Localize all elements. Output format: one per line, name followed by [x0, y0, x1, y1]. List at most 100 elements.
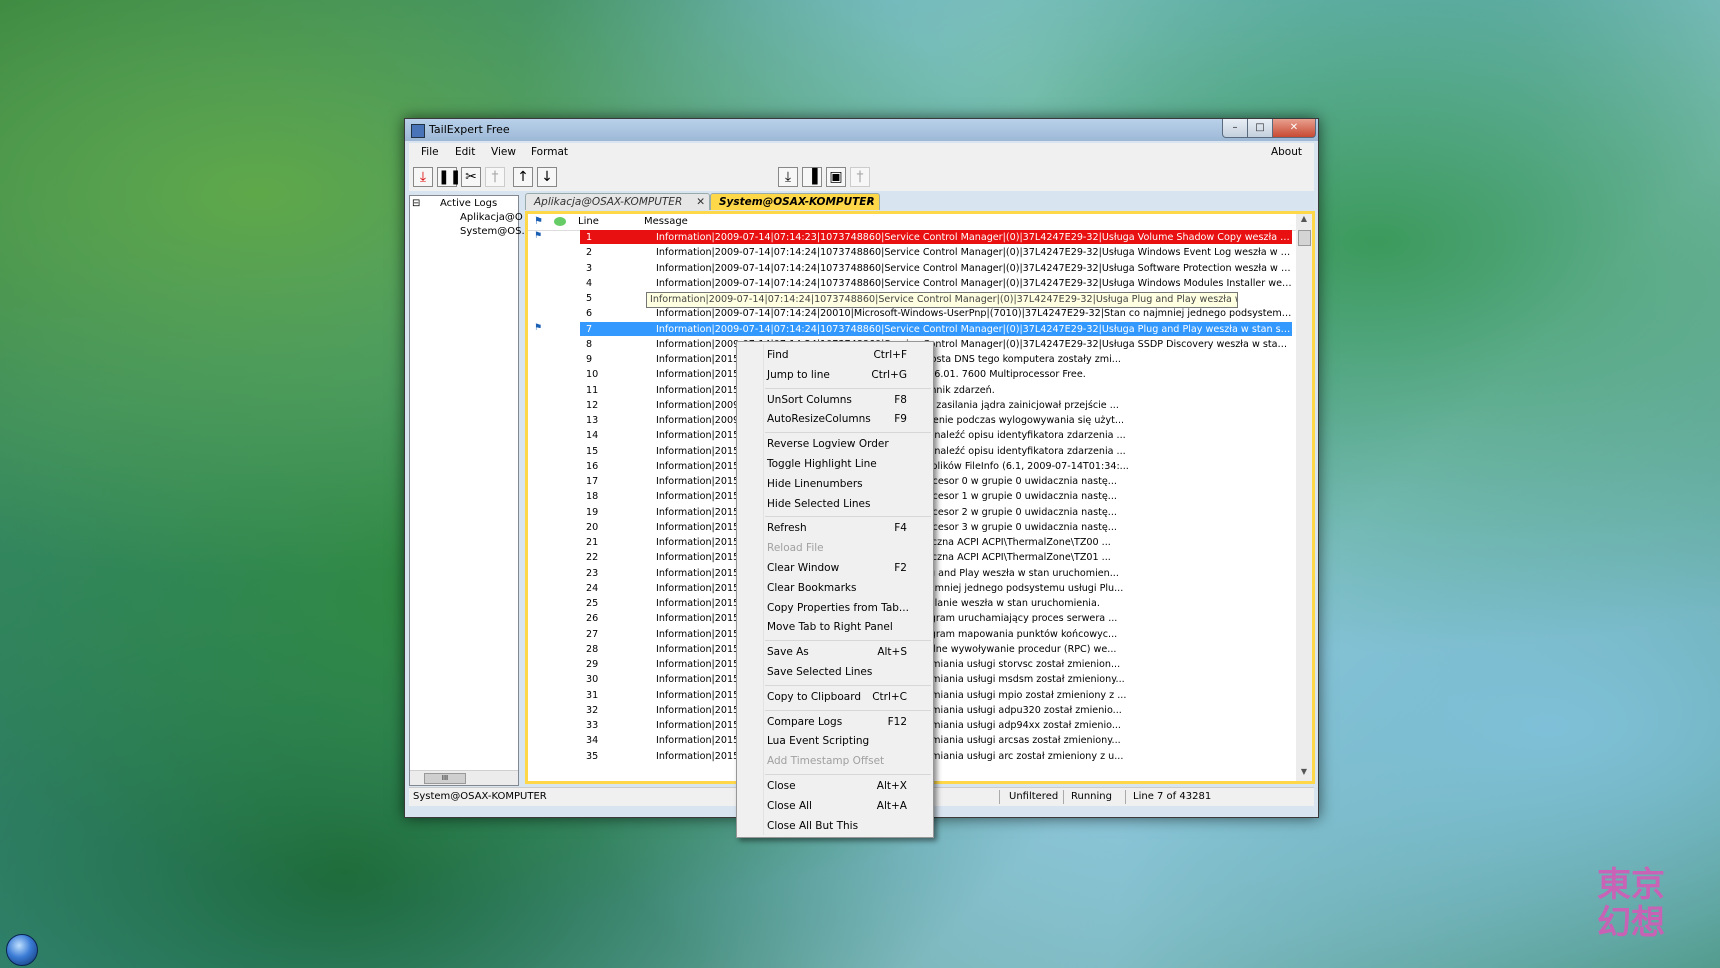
- tab-aplikacja[interactable]: Aplikacja@OSAX-KOMPUTER ✕: [525, 193, 710, 210]
- row-line-number: 28: [586, 643, 599, 655]
- menu-separator: [765, 387, 931, 389]
- menu-item[interactable]: Hide Linenumbers: [767, 475, 925, 493]
- table-row[interactable]: 4 Information|2009-07-14|07:14:24|1073748…: [528, 276, 1296, 291]
- menu-item[interactable]: Close Alt+X: [767, 777, 925, 795]
- table-row[interactable]: ⚑ 1 Information|2009-07-14|07:14:23|107374…: [528, 230, 1296, 245]
- row-line-number: 20: [586, 521, 599, 533]
- menu-bar: File Edit View Format About: [409, 143, 1314, 163]
- grid-scroll-thumb[interactable]: [1298, 230, 1311, 246]
- menu-item[interactable]: Close All But This: [767, 817, 925, 835]
- row-message: Information|2009-07-14|07:14:24|20010|Mi…: [656, 308, 1292, 320]
- menu-item[interactable]: UnSort Columns F8: [767, 391, 925, 409]
- menu-item[interactable]: Close All Alt+A: [767, 797, 925, 815]
- menu-format[interactable]: Format: [531, 146, 568, 158]
- scroll-up-arrow-icon[interactable]: ▲: [1296, 214, 1312, 228]
- tree-item-system[interactable]: System@OS.: [460, 226, 525, 237]
- title-bar[interactable]: TailExpert Free – □ ✕: [405, 119, 1318, 141]
- tree-horizontal-scrollbar[interactable]: III: [410, 770, 518, 785]
- tab-system-close-icon[interactable]: ✕: [866, 194, 875, 211]
- menu-item[interactable]: Copy Properties from Tab...: [767, 599, 925, 617]
- menu-item[interactable]: Jump to line Ctrl+G: [767, 366, 925, 384]
- menu-view[interactable]: View: [491, 146, 516, 158]
- menu-item[interactable]: Compare Logs F12: [767, 713, 925, 731]
- row-line-number: 9: [586, 354, 593, 365]
- pin-icon[interactable]: †: [485, 167, 505, 187]
- menu-separator: [765, 684, 931, 686]
- menu-item[interactable]: Save Selected Lines: [767, 663, 925, 681]
- row-line-number: 3: [586, 262, 593, 274]
- menu-item[interactable]: Move Tab to Right Panel: [767, 618, 925, 636]
- scroll-grip: III: [441, 774, 449, 782]
- menu-item[interactable]: Clear Window F2: [767, 559, 925, 577]
- open-right-panel-icon[interactable]: ⤓: [778, 167, 798, 187]
- delete-icon[interactable]: ✂: [461, 167, 481, 187]
- grid-vertical-scrollbar[interactable]: ▲ ▼: [1296, 214, 1312, 781]
- menu-item[interactable]: Save As Alt+S: [767, 643, 925, 661]
- menu-item[interactable]: AutoResizeColumns F9: [767, 410, 925, 428]
- table-row[interactable]: 2 Information|2009-07-14|07:14:24|1073748…: [528, 245, 1296, 260]
- menu-item-label: Jump to line: [767, 368, 830, 381]
- status-divider: [1063, 790, 1064, 804]
- row-line-number: 12: [586, 399, 599, 411]
- menu-item[interactable]: Clear Bookmarks: [767, 579, 925, 597]
- row-line-number: 4: [586, 277, 593, 289]
- row-line-number: 34: [586, 735, 599, 747]
- menu-item[interactable]: Copy to Clipboard Ctrl+C: [767, 688, 925, 706]
- row-message: Information|2009-07-14|07:14:24|10737488…: [656, 277, 1292, 289]
- copy-panel-icon[interactable]: ▣: [826, 167, 846, 187]
- highlight-column-icon[interactable]: [554, 217, 566, 226]
- tree-scroll-thumb[interactable]: III: [424, 773, 466, 784]
- minimize-button[interactable]: –: [1222, 119, 1248, 138]
- menu-item[interactable]: Toggle Highlight Line: [767, 455, 925, 473]
- menu-about[interactable]: About: [1271, 146, 1302, 158]
- status-divider: [1125, 790, 1126, 804]
- bookmark-column-icon[interactable]: ⚑: [534, 216, 543, 227]
- row-line-number: 35: [586, 750, 599, 762]
- menu-item[interactable]: Reload File: [767, 539, 925, 557]
- menu-item[interactable]: Refresh F4: [767, 519, 925, 537]
- start-orb-icon[interactable]: [6, 934, 38, 966]
- pause-right-icon[interactable]: ▐: [802, 167, 822, 187]
- menu-item[interactable]: Hide Selected Lines: [767, 495, 925, 513]
- menu-edit[interactable]: Edit: [455, 146, 475, 158]
- menu-item-label: AutoResizeColumns: [767, 413, 871, 426]
- table-row[interactable]: 6 Information|2009-07-14|07:14:24|20010|M…: [528, 306, 1296, 321]
- col-line-header[interactable]: Line: [578, 216, 599, 227]
- row-line-number: 6: [586, 308, 593, 320]
- menu-item-label: Lua Event Scripting: [767, 735, 870, 748]
- col-message-header[interactable]: Message: [644, 216, 688, 227]
- status-state: Running: [1071, 791, 1112, 802]
- scroll-down-arrow-icon[interactable]: ▼: [1296, 767, 1312, 781]
- tab-system[interactable]: System@OSAX-KOMPUTER ✕: [710, 193, 880, 210]
- app-icon: [411, 124, 425, 138]
- menu-item-label: Refresh: [767, 522, 807, 535]
- open-log-icon[interactable]: ⤓: [413, 167, 433, 187]
- bookmark-flag-icon[interactable]: ⚑: [534, 232, 542, 241]
- pause-icon[interactable]: ❚❚: [437, 167, 461, 187]
- tree-expander-icon[interactable]: ⊟: [412, 198, 420, 209]
- menu-item[interactable]: Add Timestamp Offset: [767, 752, 925, 770]
- menu-file[interactable]: File: [421, 146, 439, 158]
- menu-item-shortcut: F4: [894, 522, 907, 535]
- table-row[interactable]: 3 Information|2009-07-14|07:14:24|1073748…: [528, 261, 1296, 276]
- tree-root-active-logs[interactable]: Active Logs: [440, 198, 497, 209]
- table-row[interactable]: ⚑ 7 Information|2009-07-14|07:14:24|107374…: [528, 321, 1296, 337]
- scroll-down-icon[interactable]: ↓: [537, 167, 557, 187]
- row-line-number: 29: [586, 659, 599, 670]
- menu-item-shortcut: F2: [894, 562, 907, 574]
- menu-item-shortcut: F8: [894, 393, 907, 406]
- maximize-button[interactable]: □: [1247, 119, 1273, 138]
- menu-item-label: Save Selected Lines: [767, 666, 873, 678]
- scroll-up-icon[interactable]: ↑: [513, 167, 533, 187]
- menu-item[interactable]: Lua Event Scripting: [767, 732, 925, 750]
- tree-item-aplikacja[interactable]: Aplikacja@O: [460, 212, 523, 223]
- menu-separator: [765, 774, 931, 775]
- pin-right-icon[interactable]: †: [850, 167, 870, 187]
- bookmark-flag-icon[interactable]: ⚑: [534, 323, 542, 333]
- close-window-button[interactable]: ✕: [1272, 119, 1316, 138]
- menu-item[interactable]: Find Ctrl+F: [767, 346, 925, 364]
- tab-aplikacja-close-icon[interactable]: ✕: [696, 194, 705, 211]
- menu-item[interactable]: Reverse Logview Order: [767, 435, 925, 453]
- row-line-number: 25: [586, 598, 599, 609]
- menu-item-shortcut: Alt+X: [876, 780, 907, 792]
